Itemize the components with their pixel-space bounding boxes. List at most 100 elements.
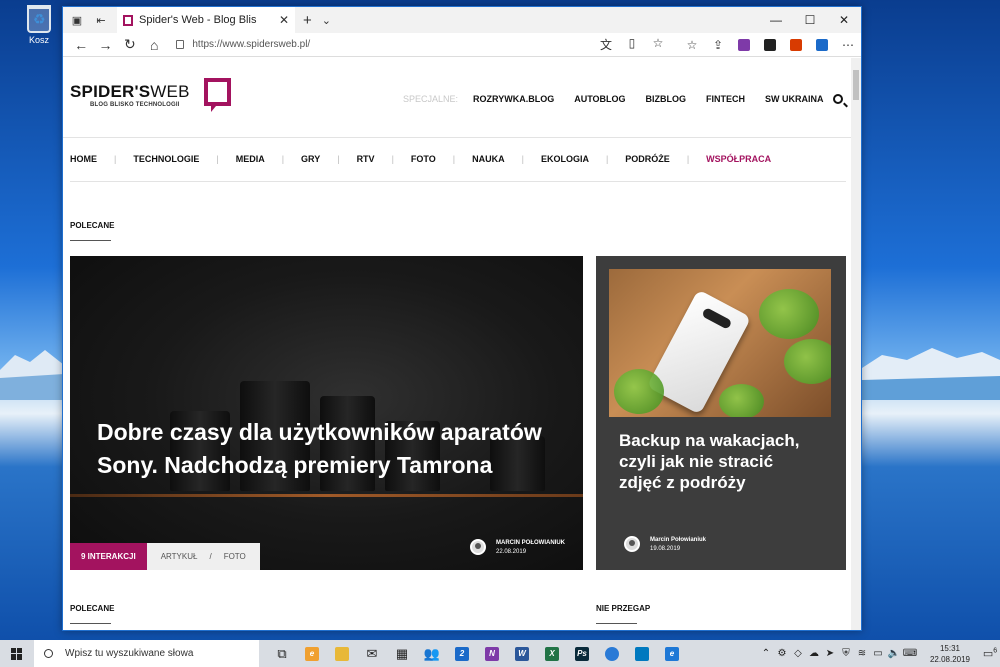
category-separator: /: [209, 552, 212, 561]
special-link-fintech[interactable]: FINTECH: [706, 94, 745, 104]
desktop-wallpaper-mountains-left: [0, 350, 64, 400]
recycle-bin-label: Kosz: [28, 35, 49, 45]
desktop-wallpaper-mountains-right: [862, 348, 1000, 400]
page-scrollbar[interactable]: [851, 58, 861, 630]
special-link-bizblog[interactable]: BIZBLOG: [646, 94, 687, 104]
keyboard-icon[interactable]: ⌨: [902, 648, 918, 659]
nav-item-foto[interactable]: FOTO: [411, 154, 436, 164]
browser-window: ▣ ⇤ Spider's Web - Blog Blis ✕ + ⌄ — ☐ ✕…: [62, 6, 862, 631]
side-article-title[interactable]: Backup na wakacjach, czyli jak nie strac…: [619, 430, 819, 493]
section-title-nie-przegap: NIE PRZEGAP: [596, 604, 651, 613]
favorites-hub-icon[interactable]: ☆: [679, 38, 705, 52]
scrollbar-thumb[interactable]: [853, 70, 859, 100]
nav-item-podroze[interactable]: PODRÓŻE: [625, 154, 670, 164]
nav-item-nauka[interactable]: NAUKA: [472, 154, 505, 164]
special-link-rozrywka[interactable]: ROZRYWKA.BLOG: [473, 94, 554, 104]
publish-date: 22.08.2019: [496, 548, 527, 555]
battery-icon[interactable]: ▭: [870, 648, 886, 659]
url-field[interactable]: https://www.spidersweb.pl/: [176, 35, 593, 55]
more-menu-icon[interactable]: ⋯: [835, 38, 861, 52]
network-icon[interactable]: ⚙: [774, 648, 790, 659]
taskbar-clock[interactable]: 15:31 22.08.2019: [930, 643, 970, 665]
onenote-extension-icon[interactable]: [731, 38, 757, 52]
file-explorer-icon[interactable]: [327, 640, 357, 667]
logo-tagline: BLOG BLISKO TECHNOLOGII: [90, 102, 180, 108]
taskbar-search[interactable]: Wpisz tu wyszukiwane słowa: [34, 640, 259, 667]
close-button[interactable]: ✕: [827, 7, 861, 33]
chevron-up-icon[interactable]: ⌃: [758, 648, 774, 659]
category-link-foto[interactable]: FOTO: [224, 552, 246, 561]
nav-item-gry[interactable]: GRY: [301, 154, 320, 164]
nav-item-ekologia[interactable]: EKOLOGIA: [541, 154, 589, 164]
logo-text: SPIDER'SWEB: [70, 82, 190, 102]
publish-date: 19.08.2019: [650, 545, 681, 552]
amazon-extension-icon[interactable]: [757, 38, 783, 52]
wifi-icon[interactable]: ≋: [854, 648, 870, 659]
minimize-button[interactable]: —: [759, 7, 793, 33]
task-view-icon[interactable]: ⧉: [267, 640, 297, 667]
special-label: SPECJALNE:: [403, 94, 459, 104]
nav-item-wspolpraca[interactable]: WSPÓŁPRACA: [706, 154, 771, 164]
translate-icon[interactable]: 文: [593, 36, 619, 53]
dropbox-icon[interactable]: ◇: [790, 648, 806, 659]
edge-app-icon[interactable]: e: [297, 640, 327, 667]
pocket-extension-icon[interactable]: [809, 38, 835, 52]
side-article[interactable]: Backup na wakacjach, czyli jak nie strac…: [596, 256, 846, 570]
home-icon[interactable]: ⌂: [142, 37, 166, 53]
web-page: SPIDER'SWEB BLOG BLISKO TECHNOLOGII SPEC…: [63, 58, 853, 630]
favorite-star-icon[interactable]: ☆: [645, 36, 671, 53]
tab-actions-icon[interactable]: ▣: [67, 10, 87, 30]
nav-item-technologie[interactable]: TECHNOLOGIE: [133, 154, 199, 164]
share-icon[interactable]: ⇪: [705, 38, 731, 52]
lock-icon: [176, 40, 185, 49]
tab-close-icon[interactable]: ✕: [279, 13, 289, 27]
forward-arrow-icon[interactable]: →: [93, 37, 117, 53]
messaging-icon[interactable]: 2: [447, 640, 477, 667]
people-icon[interactable]: 👥: [417, 640, 447, 667]
refresh-icon[interactable]: ↻: [118, 36, 142, 53]
trello-icon[interactable]: [627, 640, 657, 667]
notification-center-icon[interactable]: ▭6: [980, 647, 1000, 660]
hero-author[interactable]: MARCIN POŁOWIANIUK 22.08.2019: [470, 539, 565, 555]
browser-tab[interactable]: Spider's Web - Blog Blis ✕: [117, 7, 295, 33]
edge-active-icon[interactable]: e: [657, 640, 687, 667]
office-extension-icon[interactable]: [783, 38, 809, 52]
interactions-badge[interactable]: 9 INTERAKCJI: [70, 543, 147, 570]
category-link-artykul[interactable]: ARTYKUŁ: [161, 552, 198, 561]
side-author[interactable]: Marcin Połowianiuk 19.08.2019: [624, 536, 706, 552]
shield-icon[interactable]: ⛨: [838, 648, 854, 659]
maximize-button[interactable]: ☐: [793, 7, 827, 33]
hero-article[interactable]: Dobre czasy dla użytkowników aparatów So…: [70, 256, 583, 570]
mail-badge: 2: [455, 646, 469, 661]
excel-icon[interactable]: X: [537, 640, 567, 667]
new-tab-icon[interactable]: +: [303, 12, 312, 29]
address-bar: ← → ↻ ⌂ https://www.spidersweb.pl/ 文 ▯ ☆…: [63, 33, 861, 57]
set-aside-tabs-icon[interactable]: ⇤: [91, 10, 111, 30]
avatar: [470, 539, 486, 555]
reading-view-icon[interactable]: ▯: [619, 36, 645, 53]
hero-title[interactable]: Dobre czasy dla użytkowników aparatów So…: [97, 416, 567, 482]
nav-item-rtv[interactable]: RTV: [357, 154, 375, 164]
site-logo[interactable]: SPIDER'SWEB BLOG BLISKO TECHNOLOGII: [70, 78, 231, 112]
nav-item-home[interactable]: HOME: [70, 154, 97, 164]
photoshop-icon[interactable]: Ps: [567, 640, 597, 667]
section-underline: [70, 623, 111, 624]
url-text: https://www.spidersweb.pl/: [192, 39, 311, 50]
mail-icon[interactable]: ✉: [357, 640, 387, 667]
onenote-icon[interactable]: N: [477, 640, 507, 667]
calendar-icon[interactable]: ▦: [387, 640, 417, 667]
cloud-icon[interactable]: ☁: [806, 648, 822, 659]
recycle-bin[interactable]: Kosz: [22, 5, 56, 45]
volume-icon[interactable]: 🔈: [886, 648, 902, 659]
word-icon[interactable]: W: [507, 640, 537, 667]
chevron-down-icon[interactable]: ⌄: [322, 14, 331, 27]
chrome-icon[interactable]: [597, 640, 627, 667]
search-icon[interactable]: [833, 94, 843, 104]
special-link-sw-ukraina[interactable]: SW UKRAINA: [765, 94, 824, 104]
telegram-icon[interactable]: ➤: [822, 648, 838, 659]
clock-time: 15:31: [939, 643, 960, 653]
nav-item-media[interactable]: MEDIA: [236, 154, 265, 164]
back-arrow-icon[interactable]: ←: [69, 37, 93, 53]
start-button[interactable]: [0, 640, 34, 667]
special-link-autoblog[interactable]: AUTOBLOG: [574, 94, 625, 104]
